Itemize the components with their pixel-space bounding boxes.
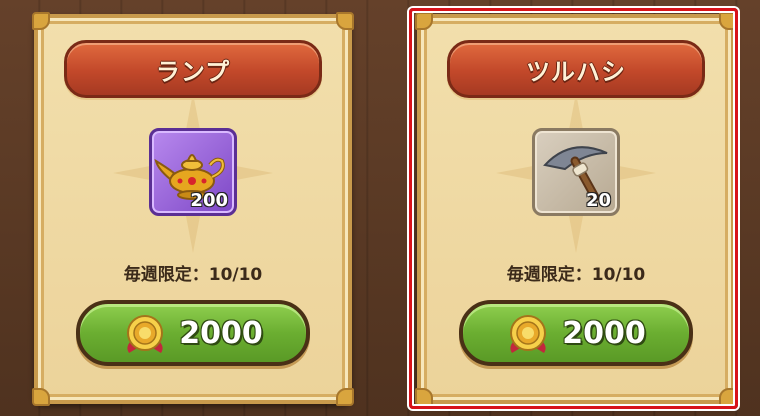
- weekly-limit-label: 毎週限定：: [123, 265, 209, 285]
- card-corner-ornament: [719, 12, 737, 30]
- item-title: ランプ: [155, 57, 231, 86]
- card-corner-ornament: [32, 388, 50, 406]
- item-title-banner: ツルハシ: [447, 40, 705, 98]
- price-label: 2000: [562, 315, 646, 351]
- weekly-limit-value: 10/10: [208, 265, 263, 285]
- item-title: ツルハシ: [526, 57, 626, 86]
- card-corner-ornament: [415, 388, 433, 406]
- item-quantity: 20: [585, 190, 611, 211]
- shop-item-card-lamp[interactable]: ランプ 200 毎週限定：10/10 2000: [32, 12, 354, 406]
- weekly-limit-label: 毎週限定：: [506, 265, 592, 285]
- weekly-limit-text: 毎週限定：10/10: [421, 260, 731, 285]
- item-quantity: 200: [190, 190, 228, 211]
- shop-item-card-pickaxe[interactable]: ツルハシ 20 毎週限定：10/10 2000: [415, 12, 737, 406]
- weekly-limit-text: 毎週限定：10/10: [38, 260, 348, 285]
- item-icon-frame[interactable]: 20: [532, 128, 620, 216]
- buy-button[interactable]: 2000: [459, 300, 693, 366]
- card-corner-ornament: [336, 388, 354, 406]
- card-corner-ornament: [336, 12, 354, 30]
- item-icon-frame[interactable]: 200: [149, 128, 237, 216]
- item-title-banner: ランプ: [64, 40, 322, 98]
- buy-button[interactable]: 2000: [76, 300, 310, 366]
- weekly-limit-value: 10/10: [591, 265, 646, 285]
- card-corner-ornament: [719, 388, 737, 406]
- price-label: 2000: [179, 315, 263, 351]
- card-corner-ornament: [415, 12, 433, 30]
- gold-medal-coin-icon: [127, 315, 164, 353]
- card-corner-ornament: [32, 12, 50, 30]
- gold-medal-coin-icon: [510, 315, 547, 353]
